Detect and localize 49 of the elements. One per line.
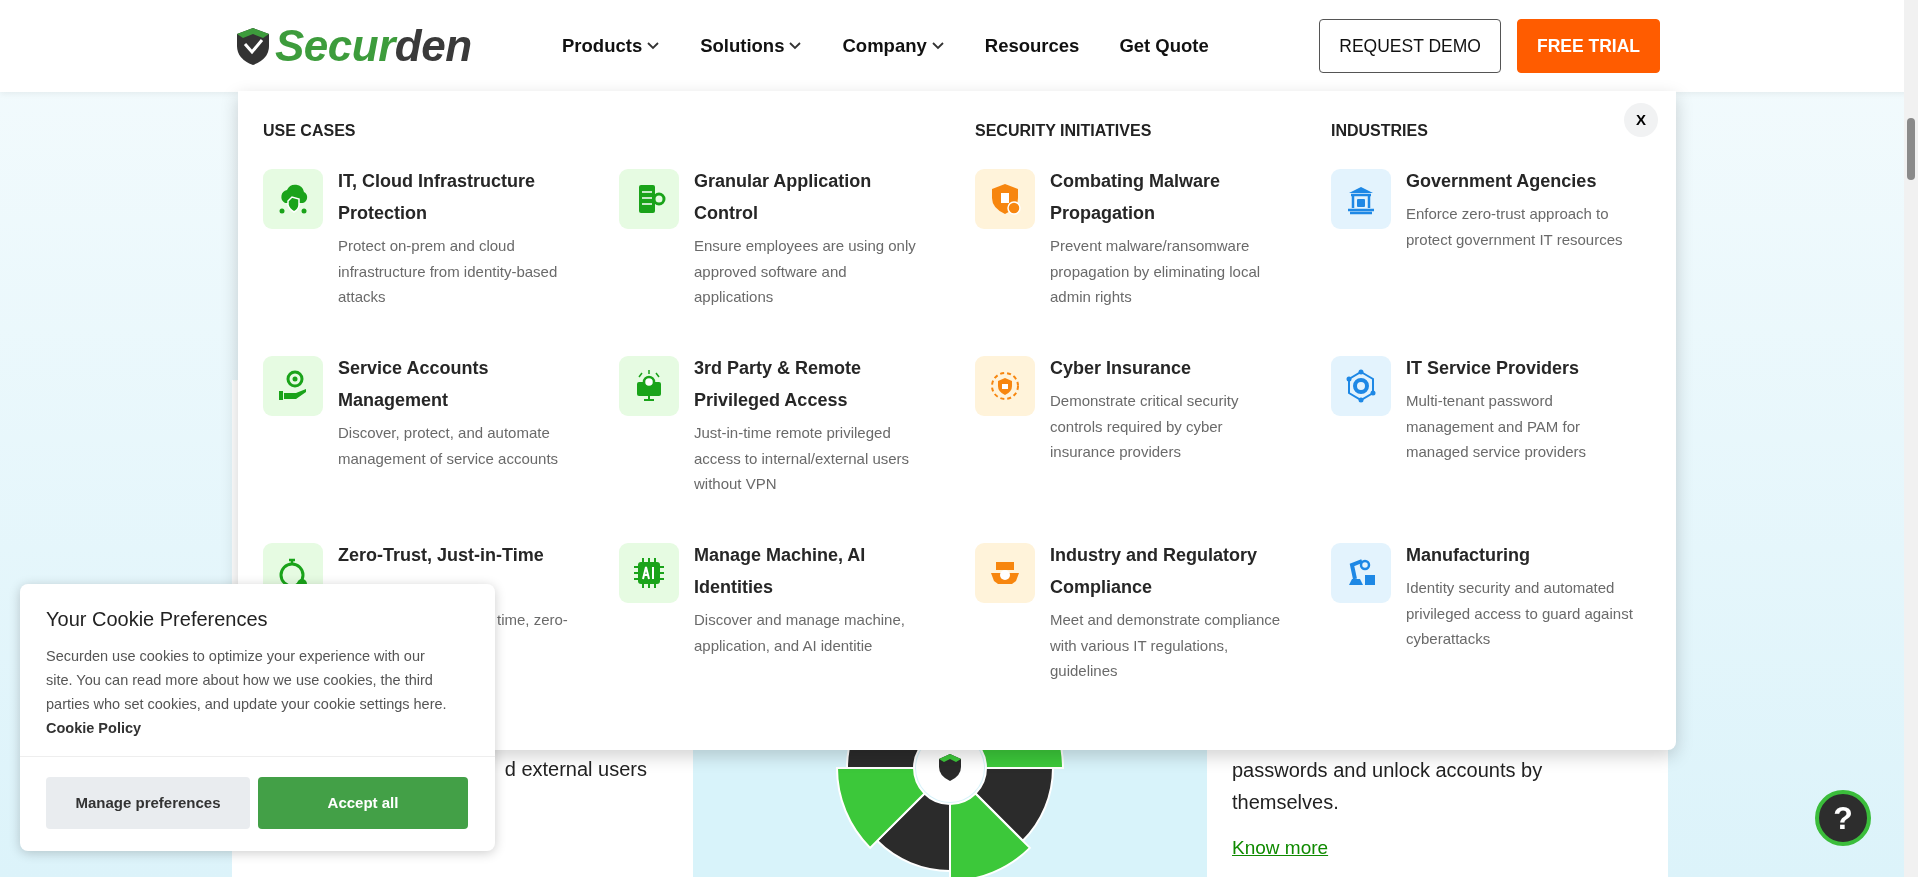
menu-item-title[interactable]: Industry and Regulatory Compliance <box>1050 539 1282 603</box>
menu-item-description: Just-in-time remote privileged access to internal/external users without VPN <box>694 423 911 494</box>
menu-item-title[interactable]: Granular Application Control <box>694 165 926 229</box>
menu-item-title[interactable]: Service Accounts Management <box>338 352 570 416</box>
nav-link[interactable]: Get Quote <box>1119 32 1209 60</box>
menu-item-description: Enforce zero-trust approach to protect government IT resources <box>1406 204 1624 250</box>
caret-icon <box>646 41 661 51</box>
menu-item-title[interactable]: IT Service Providers <box>1406 352 1638 384</box>
scrollbar[interactable] <box>1904 0 1918 877</box>
close-button[interactable]: X <box>1624 103 1658 137</box>
cookie-text: Securden use cookies to optimize your experience with our site. You can read more about how we use cookies, the third parties who set cookies, and update your cookie settings here. Cookie Policy <box>45 647 448 738</box>
menu-item-description: Demonstrate critical security controls required by cyber insurance providers <box>1050 391 1240 462</box>
menu-item-title[interactable]: Combating Malware Propagation <box>1050 165 1282 229</box>
menu-item-title[interactable]: IT, Cloud Infrastructure Protection <box>338 165 570 229</box>
menu-item-title[interactable]: Cyber Insurance <box>1050 352 1282 384</box>
menu-item-title[interactable]: Manufacturing <box>1406 539 1638 571</box>
know-more-link[interactable]: Know more <box>1232 832 1329 864</box>
logo[interactable]: Securden <box>275 13 472 79</box>
menu-item-title[interactable]: Manage Machine, AI Identities <box>694 539 926 603</box>
menu-item-description: time, zero- <box>496 610 568 630</box>
menu-item-description: Discover and manage machine, application, and AI identitie <box>694 610 906 656</box>
preferences-button[interactable]: Manage preferences <box>46 777 250 829</box>
menu-item-description: Ensure employees are using only approved software and applications <box>694 236 917 307</box>
nav-link[interactable]: Solutions <box>700 32 803 60</box>
nav-link[interactable]: Company <box>842 32 945 60</box>
scrollbar-thumb[interactable] <box>1907 118 1915 180</box>
section-heading: USE CASES <box>263 121 356 141</box>
demo-button[interactable]: REQUEST DEMO <box>1319 18 1501 74</box>
section-heading: SECURITY INITIATIVES <box>975 121 1152 141</box>
caret-icon <box>788 41 803 51</box>
menu-item-title[interactable]: 3rd Party & Remote Privileged Access <box>694 352 926 416</box>
menu-item-description: Protect on-prem and cloud infrastructure from identity-based attacks <box>338 236 559 307</box>
nav-link[interactable]: Resources <box>984 32 1080 60</box>
menu-item-title[interactable]: Government Agencies <box>1406 165 1638 197</box>
section-heading: INDUSTRIES <box>1331 121 1428 141</box>
cookie-policy-link[interactable]: Cookie Policy <box>46 720 142 736</box>
menu-item-description: Meet and demonstrate compliance with various IT regulations, guidelines <box>1050 610 1282 681</box>
nav-link[interactable]: Products <box>562 32 661 60</box>
menu-item-title[interactable]: Zero-Trust, Just-in-Time <box>338 539 570 571</box>
menu-item-description: Identity security and automated privileged access to guard against cyberattacks <box>1406 578 1634 649</box>
menu-item-description: Prevent malware/ransomware propagation by eliminating local admin rights <box>1050 236 1262 307</box>
menu-item-description: Multi-tenant password management and PAM for managed service providers <box>1406 391 1588 462</box>
help-button[interactable]: ? <box>1815 790 1871 846</box>
menu-item-description: Discover, protect, and automate management of service accounts <box>338 423 560 469</box>
shield-logo-icon <box>235 26 271 66</box>
caret-icon <box>930 41 945 51</box>
body-text: passwords and unlock accounts by themselves. <box>1232 758 1544 815</box>
dialog-title: Your Cookie Preferences <box>45 607 269 632</box>
body-text: d external users <box>503 757 647 782</box>
